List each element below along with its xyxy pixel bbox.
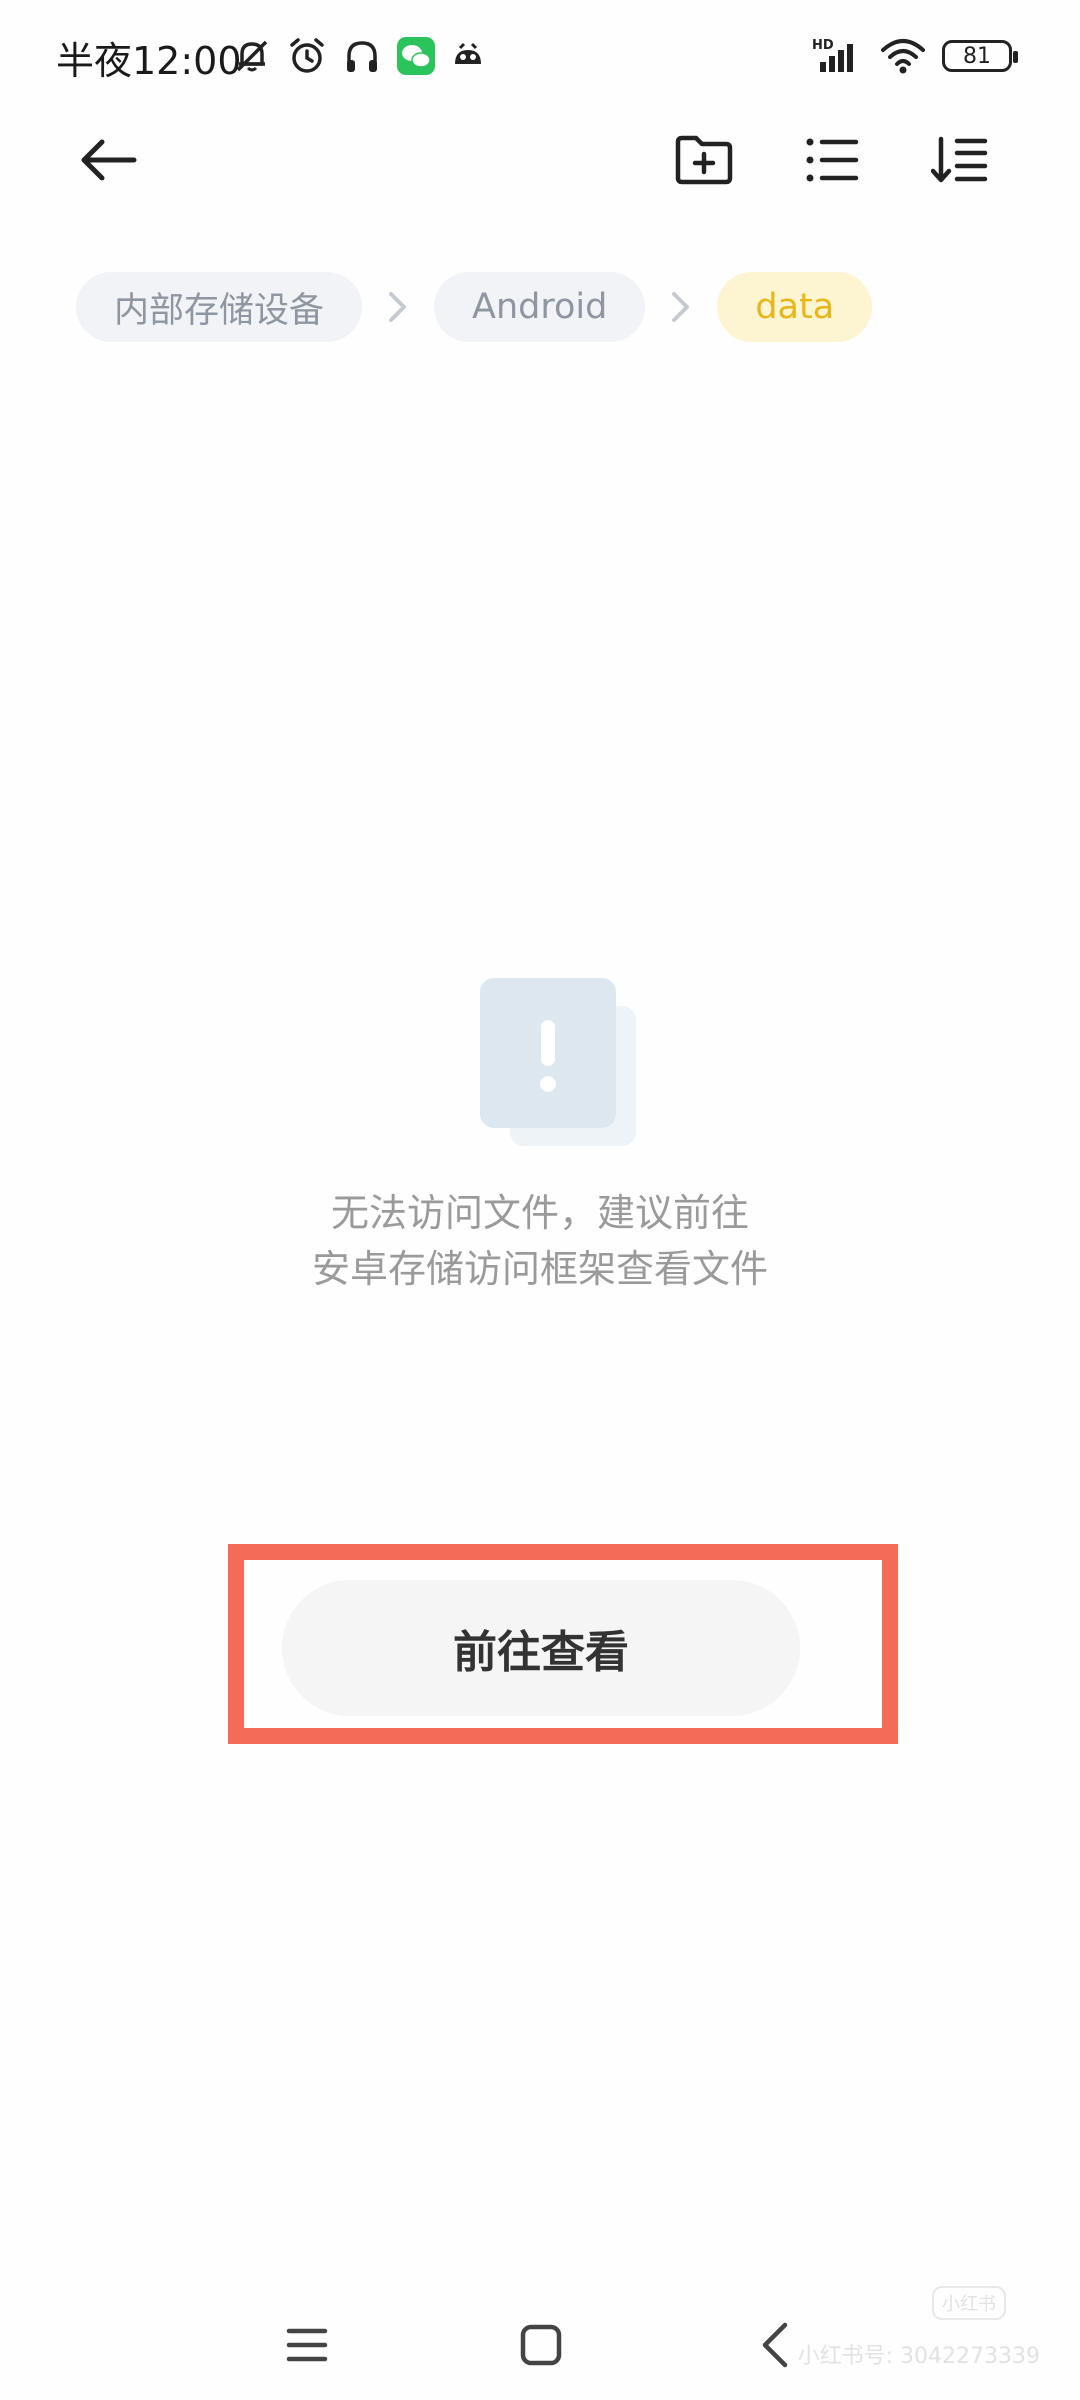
status-icons-left	[232, 32, 486, 80]
mute-bell-icon	[236, 40, 268, 72]
warning-document-icon	[480, 978, 636, 1146]
status-time: 半夜12:00	[56, 39, 242, 83]
sort-icon	[931, 136, 988, 183]
list-view-button[interactable]	[792, 120, 872, 200]
status-bar: 半夜12:00 HD 81	[0, 0, 1080, 110]
sort-button[interactable]	[920, 120, 1000, 200]
app-notification-icon	[455, 42, 481, 64]
watermark-text: 小红书号: 3042273339	[797, 2344, 1040, 2369]
battery-level: 81	[963, 43, 991, 69]
signal-icon: HD	[812, 38, 853, 72]
empty-state-line-2: 安卓存储访问框架查看文件	[311, 1247, 768, 1291]
wifi-icon	[881, 39, 925, 74]
breadcrumb: 内部存储设备 Android data	[76, 272, 873, 342]
headphones-icon	[347, 41, 377, 72]
list-view-icon	[806, 138, 859, 182]
back-icon	[762, 2322, 788, 2368]
back-button[interactable]	[68, 120, 148, 200]
home-button[interactable]	[496, 2300, 586, 2390]
battery-icon: 81	[942, 40, 1018, 72]
menu-button[interactable]	[262, 2300, 352, 2390]
chevron-right-icon	[362, 272, 434, 342]
new-folder-icon	[675, 135, 733, 185]
menu-icon	[286, 2328, 328, 2362]
svg-text:HD: HD	[812, 38, 834, 53]
wechat-icon	[397, 37, 435, 75]
breadcrumb-item-android[interactable]: Android	[434, 272, 646, 342]
go-view-button[interactable]: 前往查看	[282, 1580, 800, 1716]
home-icon	[520, 2324, 562, 2366]
breadcrumb-item-internal-storage[interactable]: 内部存储设备	[76, 272, 363, 342]
empty-state-message: 无法访问文件，建议前往 安卓存储访问框架查看文件	[0, 1185, 1080, 1297]
toolbar	[0, 120, 1080, 220]
arrow-left-icon	[81, 139, 137, 181]
alarm-icon	[290, 38, 324, 73]
watermark-logo: 小红书	[932, 2286, 1006, 2320]
breadcrumb-item-data[interactable]: data	[717, 272, 873, 342]
status-icons-right: HD 81	[812, 32, 1018, 80]
empty-state-line-1: 无法访问文件，建议前往	[330, 1191, 749, 1235]
new-folder-button[interactable]	[664, 120, 744, 200]
chevron-right-icon	[645, 272, 717, 342]
